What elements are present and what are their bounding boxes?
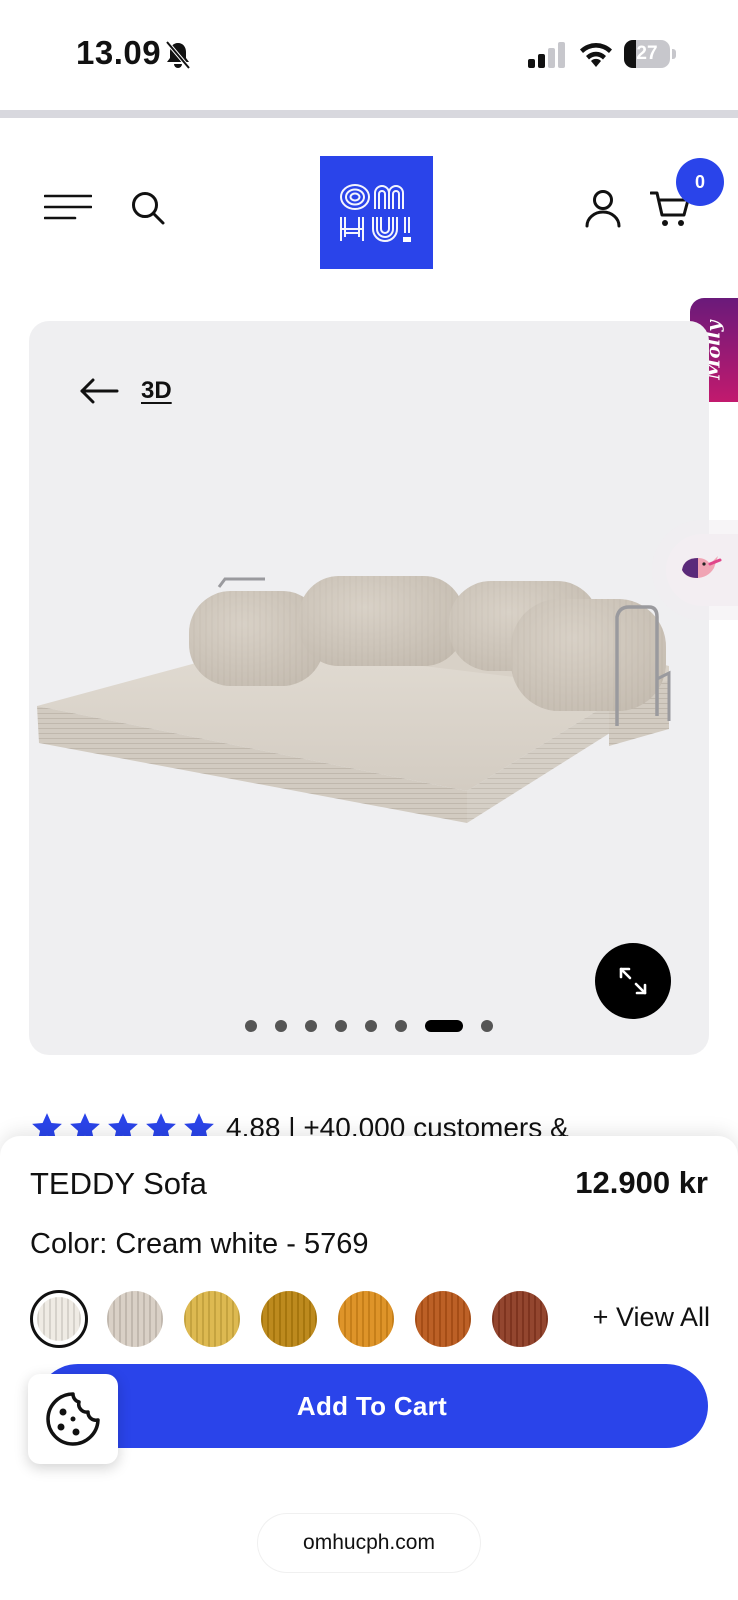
- product-image[interactable]: [29, 551, 709, 881]
- cookie-settings-button[interactable]: [28, 1374, 118, 1464]
- url-bar[interactable]: omhucph.com: [258, 1514, 480, 1572]
- pagination-dot[interactable]: [335, 1020, 347, 1032]
- battery-icon: 27: [624, 40, 676, 68]
- gallery-pagination: [29, 1020, 709, 1032]
- label-3d: 3D: [141, 377, 172, 404]
- logo[interactable]: [320, 156, 433, 269]
- color-swatch[interactable]: [338, 1291, 394, 1347]
- arrow-left-icon: [80, 378, 119, 404]
- omhu-logo-mark: [339, 183, 411, 242]
- pagination-dot[interactable]: [481, 1020, 493, 1032]
- search-icon[interactable]: [130, 190, 166, 226]
- view-all-colors-link[interactable]: + View All: [593, 1302, 710, 1333]
- cart-count-badge[interactable]: 0: [676, 158, 724, 206]
- site-header: 0: [0, 118, 738, 298]
- product-price: 12.900 kr: [575, 1165, 708, 1200]
- pagination-dot[interactable]: [395, 1020, 407, 1032]
- status-time: 13.09: [76, 34, 162, 71]
- color-swatch[interactable]: [184, 1291, 240, 1347]
- bird-icon: [682, 556, 722, 578]
- expand-icon: [619, 967, 647, 995]
- pagination-dot[interactable]: [245, 1020, 257, 1032]
- account-icon[interactable]: [584, 188, 622, 228]
- signal-icon: [528, 42, 565, 68]
- top-divider: [0, 110, 738, 118]
- pagination-dot[interactable]: [305, 1020, 317, 1032]
- wifi-icon: [580, 43, 612, 67]
- product-gallery: 3D: [29, 321, 709, 1055]
- chat-widget-button[interactable]: [666, 534, 738, 606]
- product-title: TEDDY Sofa: [30, 1166, 207, 1201]
- battery-level: 27: [636, 43, 658, 64]
- hamburger-menu-icon[interactable]: [44, 192, 92, 224]
- cookie-icon: [46, 1392, 100, 1446]
- color-swatch[interactable]: [415, 1291, 471, 1347]
- color-swatches: + View All: [30, 1290, 710, 1348]
- pagination-dot[interactable]: [275, 1020, 287, 1032]
- bell-slash-icon: [165, 40, 191, 70]
- color-swatch[interactable]: [261, 1291, 317, 1347]
- color-swatch[interactable]: [30, 1290, 88, 1348]
- status-bar: 13.09 27: [0, 0, 738, 108]
- color-label: Color: Cream white - 5769: [30, 1228, 369, 1260]
- expand-image-button[interactable]: [595, 943, 671, 1019]
- pagination-dot-active[interactable]: [425, 1020, 463, 1032]
- pagination-dot[interactable]: [365, 1020, 377, 1032]
- add-to-cart-button[interactable]: Add To Cart: [36, 1364, 708, 1448]
- color-swatch[interactable]: [107, 1291, 163, 1347]
- back-to-3d-link[interactable]: 3D: [79, 371, 172, 411]
- color-swatch[interactable]: [492, 1291, 548, 1347]
